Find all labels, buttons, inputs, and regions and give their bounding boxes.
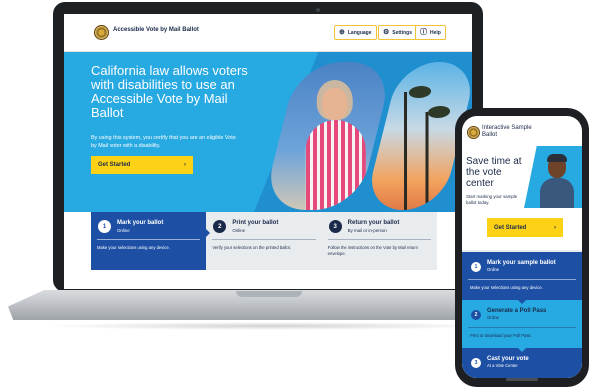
get-started-label: Get Started: [98, 162, 131, 168]
step-divider: [468, 279, 576, 280]
step-mark-ballot[interactable]: 1 Mark your ballot Online Make your sele…: [91, 212, 211, 270]
phone-get-started-button[interactable]: Get Started ›: [487, 218, 563, 237]
hero-title: California law allows voters with disabi…: [91, 63, 248, 120]
laptop-screen: Accessible Vote by Mail Ballot ⊕ Languag…: [64, 14, 472, 289]
step-arrow: [205, 228, 211, 238]
state-seal-logo: [467, 126, 480, 139]
phone-hero-subtitle: Start marking your sample ballot today.: [466, 194, 518, 205]
hero-section: California law allows voters with disabi…: [64, 52, 472, 212]
get-started-button[interactable]: Get Started ›: [91, 156, 193, 174]
phone-hero: Save time at the vote center Start marki…: [462, 146, 582, 229]
help-circle-icon: ⓘ: [420, 29, 427, 36]
steps-bar: 1 Mark your ballot Online Make your sele…: [91, 212, 437, 270]
step-subtitle: Online: [232, 228, 246, 233]
site-header: Accessible Vote by Mail Ballot ⊕ Languag…: [64, 14, 472, 52]
globe-icon: ⊕: [339, 29, 345, 36]
step-arrow: [517, 299, 527, 304]
laptop-shadow: [40, 322, 500, 330]
step-subtitle: Online: [487, 315, 500, 320]
step-divider: [97, 239, 201, 240]
phone-steps: 1 Mark your sample ballot Online Make yo…: [462, 250, 582, 378]
chevron-right-icon: ›: [184, 162, 186, 168]
step-divider: [468, 327, 576, 328]
language-label: Language: [347, 29, 372, 36]
phone-hero-title: Save time at the vote center: [466, 156, 522, 189]
chevron-right-icon: ›: [554, 224, 556, 231]
step-subtitle: At a Vote Center: [487, 363, 518, 368]
step-arrow: [517, 347, 527, 352]
step-subtitle: Online: [117, 228, 130, 233]
step-description: Follow the instructions on the Vote by M…: [327, 245, 418, 256]
help-button[interactable]: ⓘ Help: [415, 25, 446, 40]
step-subtitle: Online: [487, 267, 500, 272]
voter-man-illustration: [540, 154, 574, 208]
laptop-notch: [236, 291, 302, 297]
step-return-ballot[interactable]: 3 Return your ballot By mail or in-perso…: [321, 212, 437, 270]
step-title: Return your ballot: [347, 220, 400, 226]
step-title: Mark your sample ballot: [487, 260, 556, 266]
get-started-label: Get Started: [494, 224, 527, 231]
step-title: Mark your ballot: [117, 220, 164, 226]
step-number: 1: [471, 262, 481, 272]
step-divider: [212, 239, 316, 240]
step-title: Generate a Poll Pass: [487, 308, 547, 314]
step-number: 2: [471, 310, 481, 320]
phone-step-cast-vote[interactable]: 3 Cast your vote At a Vote Center: [462, 348, 582, 378]
gear-icon: ⚙: [383, 29, 390, 36]
step-arrow: [320, 228, 326, 238]
step-subtitle: By mail or in-person: [347, 228, 387, 233]
phone-home-indicator: [506, 378, 538, 381]
step-title: Cast your vote: [487, 356, 529, 362]
step-number: 3: [471, 358, 481, 368]
phone-step-mark-sample-ballot[interactable]: 1 Mark your sample ballot Online Make yo…: [462, 252, 582, 304]
step-description: Make your selections using any device.: [97, 245, 170, 250]
step-title: Print your ballot: [232, 220, 279, 226]
language-button[interactable]: ⊕ Language: [334, 25, 377, 40]
phone-brand-title[interactable]: Interactive Sample Ballot: [482, 125, 542, 138]
step-description: Make your selections using any device.: [470, 285, 543, 290]
step-number: 2: [213, 220, 227, 233]
phone-step-generate-poll-pass[interactable]: 2 Generate a Poll Pass Online Print or d…: [462, 300, 582, 352]
step-print-ballot[interactable]: 2 Print your ballot Online Verify your s…: [206, 212, 326, 270]
voter-woman-illustration: [305, 80, 366, 210]
step-number: 1: [98, 220, 111, 233]
hero-subtitle: By using this system, you certify that y…: [91, 135, 236, 149]
step-description: Print or download your Poll Pass.: [470, 333, 532, 338]
laptop-camera: [316, 8, 320, 12]
step-divider: [327, 239, 431, 240]
step-description: Verify your selections on the printed ba…: [212, 245, 292, 250]
phone-screen: Interactive Sample Ballot Save time at t…: [462, 116, 582, 378]
step-number: 3: [328, 220, 342, 233]
phone-hero-photo: [524, 146, 582, 208]
settings-label: Settings: [392, 29, 413, 36]
site-title[interactable]: Accessible Vote by Mail Ballot: [113, 27, 199, 33]
settings-button[interactable]: ⚙ Settings: [378, 25, 418, 40]
state-seal-logo: [94, 25, 109, 40]
help-label: Help: [430, 29, 441, 36]
